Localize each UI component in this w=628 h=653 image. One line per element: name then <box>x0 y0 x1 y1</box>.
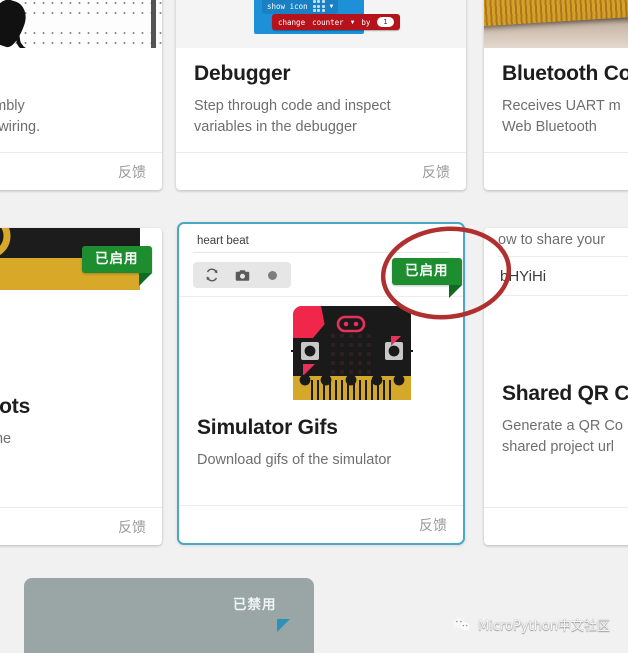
card-body-debugger: Debugger Step through code and inspect v… <box>176 48 466 147</box>
block-label: change <box>278 17 306 27</box>
chevron-down-icon: ▼ <box>329 2 334 10</box>
card-body-simulator-gifs: Simulator Gifs Download gifs of the simu… <box>179 408 463 481</box>
record-dot-glyph <box>267 270 277 280</box>
microbit-simulator-icon <box>291 305 413 400</box>
card-body-shared-qr: Shared QR Co Generate a QR Co shared pro… <box>484 296 628 467</box>
screenshots-toolbar-area <box>0 306 162 351</box>
block-change-counter: change counter ▼ by 1 <box>272 14 400 31</box>
microbit-photo: 3V GND <box>484 0 628 48</box>
block-show-icon: show icon ▼ <box>262 0 339 14</box>
badge-disabled: 已禁用 <box>220 592 290 633</box>
card-body-instructions: uctions y-step assembly breadboard wirin… <box>0 48 162 147</box>
camera-glyph <box>235 269 249 281</box>
share-heading: ow to share your <box>498 232 606 248</box>
block-label: show icon <box>267 1 308 11</box>
watermark-text: MicroPython中文社区 <box>478 619 611 634</box>
card-title: Bluetooth Con <box>502 62 628 85</box>
status-badge-disabled: 已禁用 <box>220 592 290 633</box>
feedback-link[interactable]: 反馈 <box>118 517 146 537</box>
card-description: Download gifs of the simulator <box>197 452 392 469</box>
card-title: Debugger <box>194 62 291 85</box>
card-media-microbit-photo: 3V GND <box>484 0 628 48</box>
watermark: MicroPython中文社区 <box>452 615 610 634</box>
status-badge: 已启用 <box>392 258 462 299</box>
card-media-blocks: show icon ▼ change counter ▼ by 1 <box>176 0 466 48</box>
card-footer: 反馈 <box>0 507 162 545</box>
share-header: ow to share your bHYiHi <box>484 228 628 296</box>
card-title: uctions <box>0 62 144 85</box>
chevron-down-icon: ▼ <box>350 18 355 26</box>
badge-simulator-gifs: 已启用 <box>392 258 462 299</box>
simulator-preview <box>179 296 463 408</box>
card-bluetooth-console[interactable]: 3V GND Bluetooth Con Receives UART m Web… <box>484 0 628 190</box>
card-footer: 反馈 <box>179 505 463 543</box>
refresh-icon[interactable] <box>199 264 225 286</box>
block-by-label: by <box>361 17 371 27</box>
card-description: y-step assembly breadboard wiring. <box>0 98 41 135</box>
badge-screenshots: 已启用 <box>82 246 152 287</box>
card-shared-qr-code[interactable]: ow to share your bHYiHi Shared QR Co Gen… <box>484 228 628 545</box>
connector-teeth <box>484 0 628 27</box>
feedback-link[interactable]: 反馈 <box>422 162 450 182</box>
card-body-screenshots: creenshots enshots of the <box>0 351 162 460</box>
card-footer <box>484 152 628 190</box>
card-description: Step through code and inspect variables … <box>194 98 391 135</box>
share-url-value[interactable]: bHYiHi <box>498 257 628 295</box>
block-value: 1 <box>377 17 394 28</box>
microbit-edge-connector: 3V GND <box>484 0 628 27</box>
record-icon[interactable] <box>259 264 285 286</box>
card-footer: 反馈 <box>0 152 162 190</box>
card-debugger[interactable]: show icon ▼ change counter ▼ by 1 Debugg… <box>176 0 466 190</box>
card-body-bluetooth: Bluetooth Con Receives UART m Web Blueto… <box>484 48 628 147</box>
app-root: uctions y-step assembly breadboard wirin… <box>0 0 628 653</box>
simulator-toolbar[interactable] <box>193 262 291 288</box>
camera-icon[interactable] <box>229 264 255 286</box>
card-footer <box>484 507 628 545</box>
card-title: Simulator Gifs <box>197 416 338 439</box>
card-instructions[interactable]: uctions y-step assembly breadboard wirin… <box>0 0 162 190</box>
card-description: Generate a QR Co shared project url <box>502 418 623 455</box>
card-title: Shared QR Co <box>502 382 628 405</box>
led-matrix-icon <box>312 0 325 12</box>
share-url-row[interactable]: bHYiHi <box>498 256 628 296</box>
card-media-breadboard <box>0 0 162 48</box>
card-description: Receives UART m Web Bluetooth <box>502 98 621 135</box>
status-badge: 已启用 <box>82 246 152 287</box>
refresh-glyph <box>206 268 218 282</box>
block-variable: counter <box>312 17 344 27</box>
feedback-link[interactable]: 反馈 <box>118 162 146 182</box>
card-footer: 反馈 <box>176 152 466 190</box>
breadboard-edge-rail <box>151 0 156 48</box>
wechat-icon <box>452 617 470 631</box>
simulator-project-name[interactable]: heart beat <box>193 229 449 253</box>
feedback-link[interactable]: 反馈 <box>419 515 447 535</box>
card-title: creenshots <box>0 395 31 418</box>
card-description: enshots of the <box>0 431 12 448</box>
